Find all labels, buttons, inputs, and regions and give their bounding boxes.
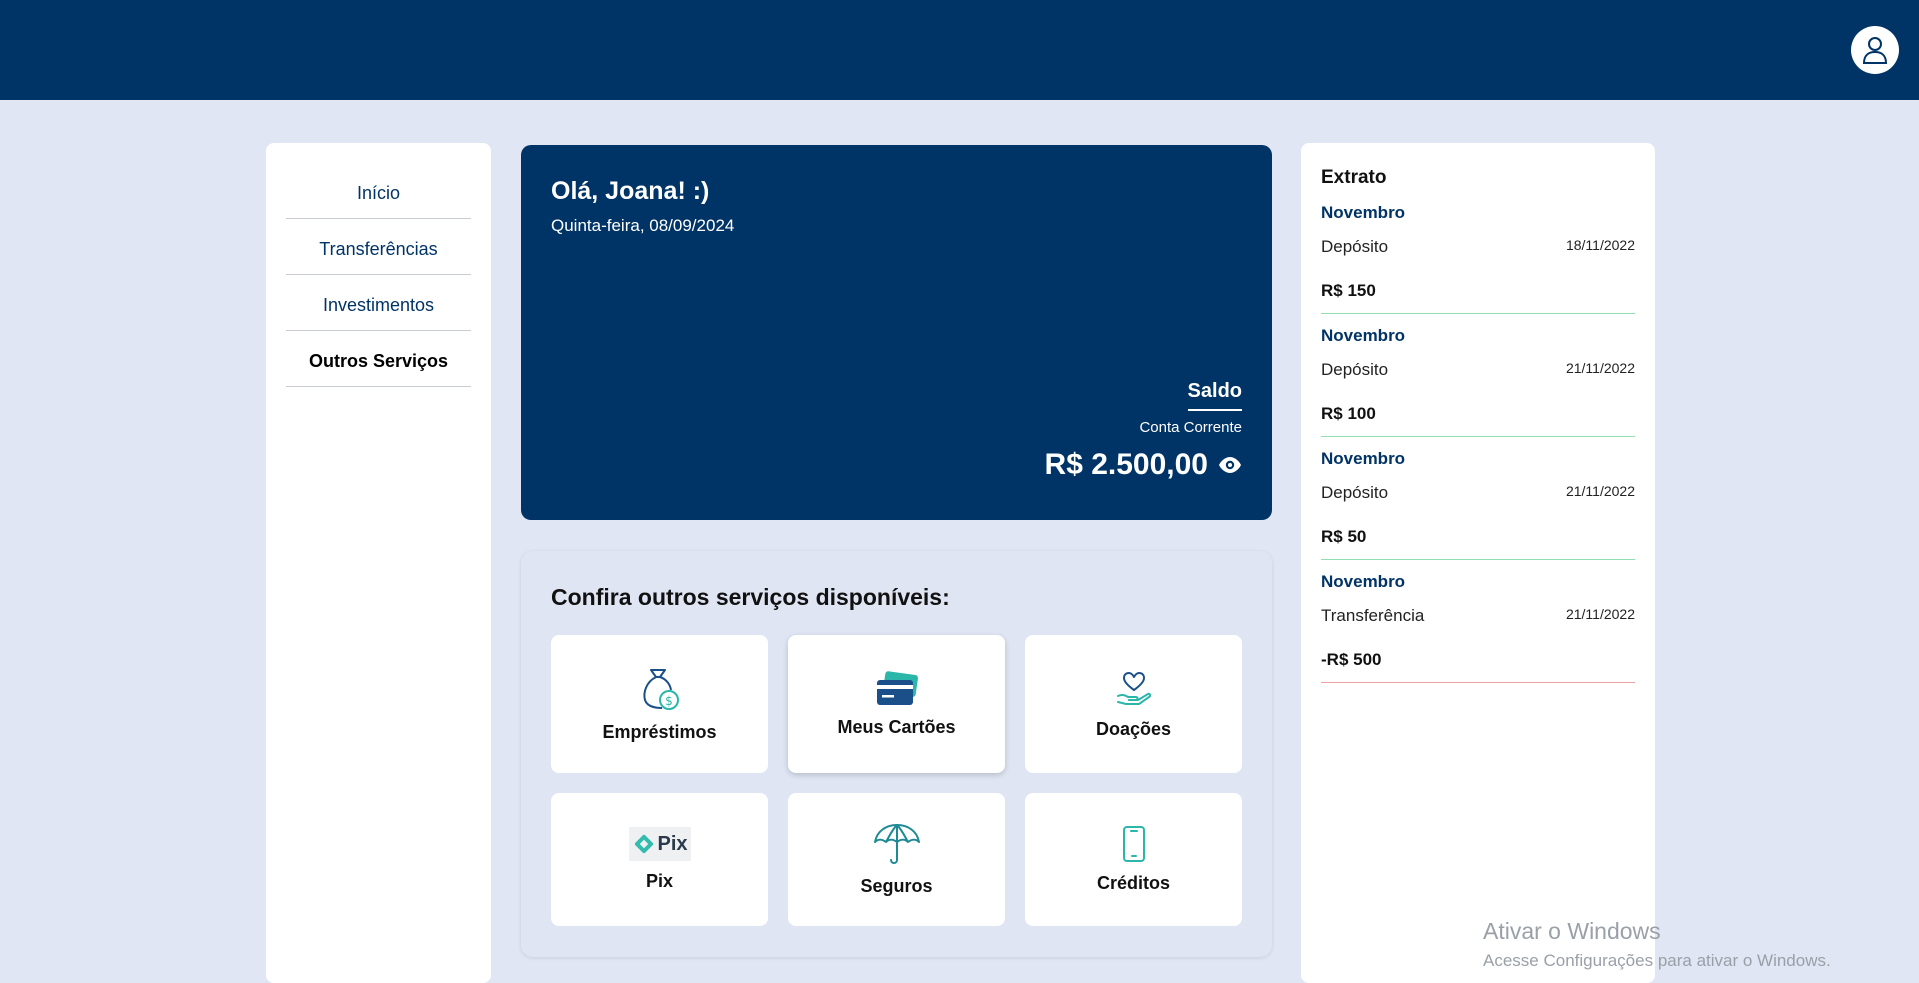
statement-title: Extrato xyxy=(1321,167,1387,188)
svg-text:$: $ xyxy=(665,694,673,708)
tx-date: 21/11/2022 xyxy=(1565,483,1635,499)
service-label: Empréstimos xyxy=(602,721,717,742)
windows-activation-watermark: Ativar o Windows Acesse Configurações pa… xyxy=(1483,918,1831,971)
statement-item: Novembro Depósito 21/11/2022 R$ 50 xyxy=(1321,449,1635,560)
service-label: Créditos xyxy=(1096,873,1170,893)
user-avatar-button[interactable] xyxy=(1851,26,1899,74)
tx-type: Transferência xyxy=(1321,606,1425,625)
tx-date: 21/11/2022 xyxy=(1565,360,1635,376)
services-panel: Confira outros serviços disponíveis: $ E… xyxy=(521,551,1272,957)
service-card-seguros[interactable]: Seguros xyxy=(788,793,1005,926)
balance-account: Conta Corrente xyxy=(1139,419,1242,436)
tx-amount: -R$ 500 xyxy=(1321,650,1382,669)
credit-cards-icon xyxy=(876,670,918,705)
tx-month: Novembro xyxy=(1321,203,1406,222)
nav-item-investimentos[interactable]: Investimentos xyxy=(286,275,471,331)
service-card-pix[interactable]: Pix Pix xyxy=(551,793,768,926)
eye-icon[interactable] xyxy=(1218,457,1242,473)
tx-amount: R$ 50 xyxy=(1321,527,1367,546)
service-card-creditos[interactable]: Créditos xyxy=(1025,793,1242,926)
welcome-card: Olá, Joana! :) Quinta-feira, 08/09/2024 … xyxy=(521,145,1272,520)
watermark-title: Ativar o Windows xyxy=(1483,918,1661,944)
service-card-meus-cartoes[interactable]: Meus Cartões xyxy=(788,635,1005,773)
statement-item: Novembro Transferência 21/11/2022 -R$ 50… xyxy=(1321,572,1635,683)
tx-type: Depósito xyxy=(1321,360,1389,379)
balance-block: Saldo Conta Corrente R$ 2.500,00 xyxy=(1045,380,1242,482)
tx-month: Novembro xyxy=(1321,572,1406,591)
service-label: Pix xyxy=(645,871,674,891)
top-bar xyxy=(0,0,1919,100)
tx-amount: R$ 150 xyxy=(1321,281,1376,300)
service-card-emprestimos[interactable]: $ Empréstimos xyxy=(551,635,768,773)
pix-logo: Pix xyxy=(628,827,691,861)
service-card-doacoes[interactable]: Doações xyxy=(1025,635,1242,773)
greeting: Olá, Joana! :) xyxy=(551,177,710,205)
services-title: Confira outros serviços disponíveis: xyxy=(551,584,950,610)
tx-type: Depósito xyxy=(1321,483,1389,502)
statement-panel: Extrato Novembro Depósito 18/11/2022 R$ … xyxy=(1301,143,1655,983)
service-label: Doações xyxy=(1095,718,1172,739)
nav-item-outros-servicos[interactable]: Outros Serviços xyxy=(286,331,471,387)
statement-item: Novembro Depósito 18/11/2022 R$ 150 xyxy=(1321,203,1635,314)
user-icon xyxy=(1862,37,1888,64)
tx-type: Depósito xyxy=(1321,237,1389,256)
smartphone-icon xyxy=(1122,826,1145,862)
tx-date: 18/11/2022 xyxy=(1565,237,1635,253)
statement-item: Novembro Depósito 21/11/2022 R$ 100 xyxy=(1321,326,1635,437)
side-nav: Início Transferências Investimentos Outr… xyxy=(266,143,491,983)
money-bag-icon: $ xyxy=(642,668,679,710)
tx-date: 21/11/2022 xyxy=(1565,606,1635,622)
tx-amount: R$ 100 xyxy=(1321,404,1376,423)
heart-hand-icon xyxy=(1116,671,1151,705)
umbrella-icon xyxy=(873,824,920,864)
balance-title: Saldo xyxy=(1187,380,1242,411)
nav-item-inicio[interactable]: Início xyxy=(286,163,471,219)
pix-logo-text: Pix xyxy=(657,832,688,855)
pix-diamond-icon xyxy=(635,834,654,854)
watermark-subtitle: Acesse Configurações para ativar o Windo… xyxy=(1483,951,1831,970)
nav-item-transferencias[interactable]: Transferências xyxy=(286,219,471,275)
tx-month: Novembro xyxy=(1321,449,1406,468)
service-label: Meus Cartões xyxy=(837,716,956,737)
tx-month: Novembro xyxy=(1321,326,1406,345)
service-label: Seguros xyxy=(860,876,933,896)
current-date: Quinta-feira, 08/09/2024 xyxy=(551,216,735,235)
balance-value: R$ 2.500,00 xyxy=(1044,448,1208,481)
